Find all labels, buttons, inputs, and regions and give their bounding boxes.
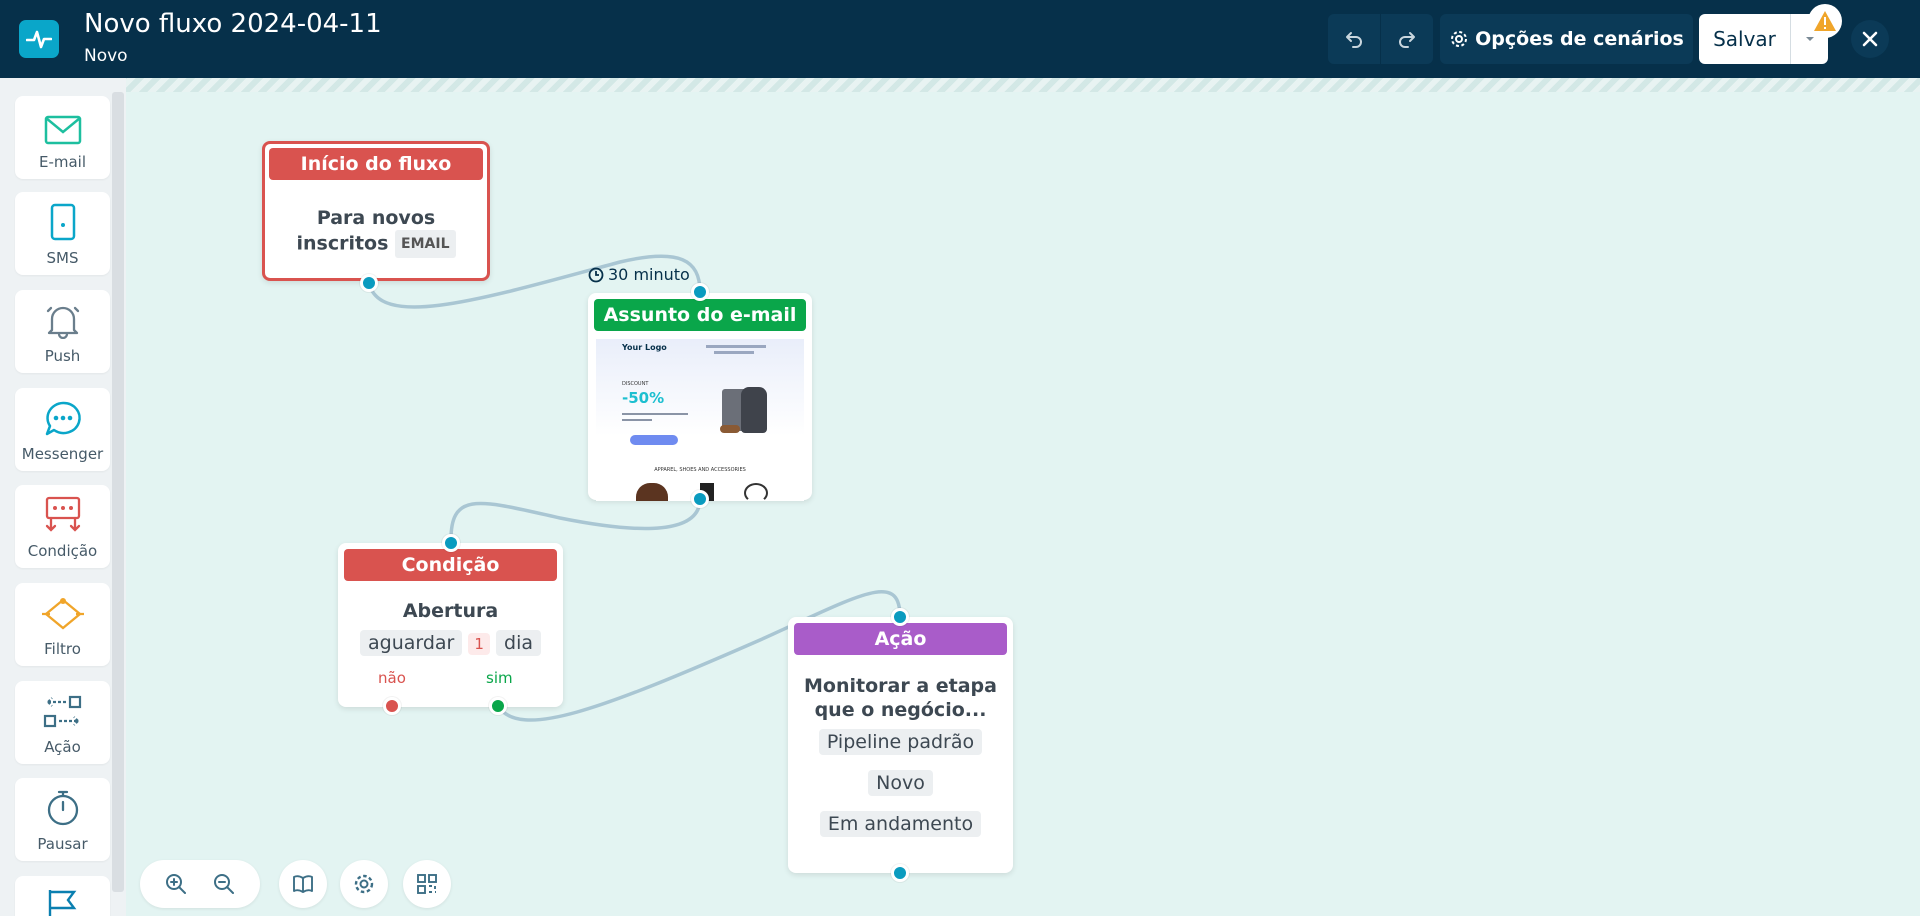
- condition-wait-row: aguardar 1 dia: [338, 630, 563, 656]
- action-node-title: Ação: [794, 623, 1007, 655]
- preview-logo: Your Logo: [622, 343, 667, 352]
- wait-unit: dia: [496, 630, 541, 656]
- action-node-text: Monitorar a etapa que o negócio...: [788, 674, 1013, 722]
- gear-icon: [354, 874, 374, 894]
- condition-node-text: Abertura: [402, 600, 499, 622]
- action-pipeline-row: Pipeline padrão: [788, 729, 1013, 755]
- zoom-out-icon: [214, 874, 234, 894]
- start-node-output-port[interactable]: [360, 274, 378, 292]
- email-preview-thumbnail[interactable]: Your Logo DISCOUNT -50% APPAREL, SHOES A…: [596, 339, 804, 501]
- condition-node-title: Condição: [344, 549, 557, 581]
- action-stage: Novo: [868, 770, 933, 796]
- email-node-output-port[interactable]: [691, 490, 709, 508]
- settings-button[interactable]: [340, 860, 388, 908]
- branch-no-label: não: [378, 669, 406, 687]
- action-status-row: Em andamento: [788, 811, 1013, 837]
- zoom-controls: [140, 860, 260, 908]
- preview-discount-label: DISCOUNT: [622, 381, 649, 387]
- grid-icon: [417, 874, 437, 894]
- channel-tag: EMAIL: [395, 230, 456, 258]
- preview-footer: APPAREL, SHOES AND ACCESSORIES: [654, 467, 746, 473]
- book-icon: [293, 875, 313, 893]
- action-pipeline: Pipeline padrão: [818, 729, 983, 755]
- action-node-input-port[interactable]: [891, 608, 909, 626]
- condition-no-output-port[interactable]: [383, 697, 401, 715]
- action-node-output-port[interactable]: [891, 864, 909, 882]
- action-node[interactable]: Ação Monitorar a etapa que o negócio... …: [788, 617, 1013, 873]
- zoom-in-icon: [166, 874, 186, 894]
- email-node[interactable]: Assunto do e-mail Your Logo DISCOUNT -50…: [588, 293, 812, 501]
- condition-node[interactable]: Condição Abertura aguardar 1 dia não sim: [338, 543, 563, 707]
- action-stage-row: Novo: [788, 770, 1013, 796]
- wait-label: aguardar: [359, 630, 463, 656]
- email-delay-label: 30 minuto: [588, 265, 690, 284]
- email-node-title: Assunto do e-mail: [594, 299, 806, 331]
- start-node-text: Para novos inscritos EMAIL: [265, 206, 487, 258]
- clock-icon: [588, 267, 604, 282]
- start-node[interactable]: Início do fluxo Para novos inscritos EMA…: [262, 141, 490, 281]
- email-delay-value: 30 minuto: [608, 265, 690, 284]
- zoom-out-button[interactable]: [200, 860, 248, 908]
- condition-node-input-port[interactable]: [442, 534, 460, 552]
- action-status: Em andamento: [819, 811, 982, 837]
- guide-button[interactable]: [279, 860, 327, 908]
- action-text-line1: Monitorar a etapa: [804, 675, 997, 697]
- wait-value: 1: [468, 633, 490, 655]
- zoom-in-button[interactable]: [152, 860, 200, 908]
- condition-yes-output-port[interactable]: [489, 697, 507, 715]
- auto-layout-button[interactable]: [403, 860, 451, 908]
- branch-yes-label: sim: [486, 669, 513, 687]
- action-text-line2: que o negócio...: [814, 699, 987, 721]
- preview-discount: -50%: [622, 389, 665, 407]
- email-node-input-port[interactable]: [691, 283, 709, 301]
- start-node-title: Início do fluxo: [269, 148, 483, 180]
